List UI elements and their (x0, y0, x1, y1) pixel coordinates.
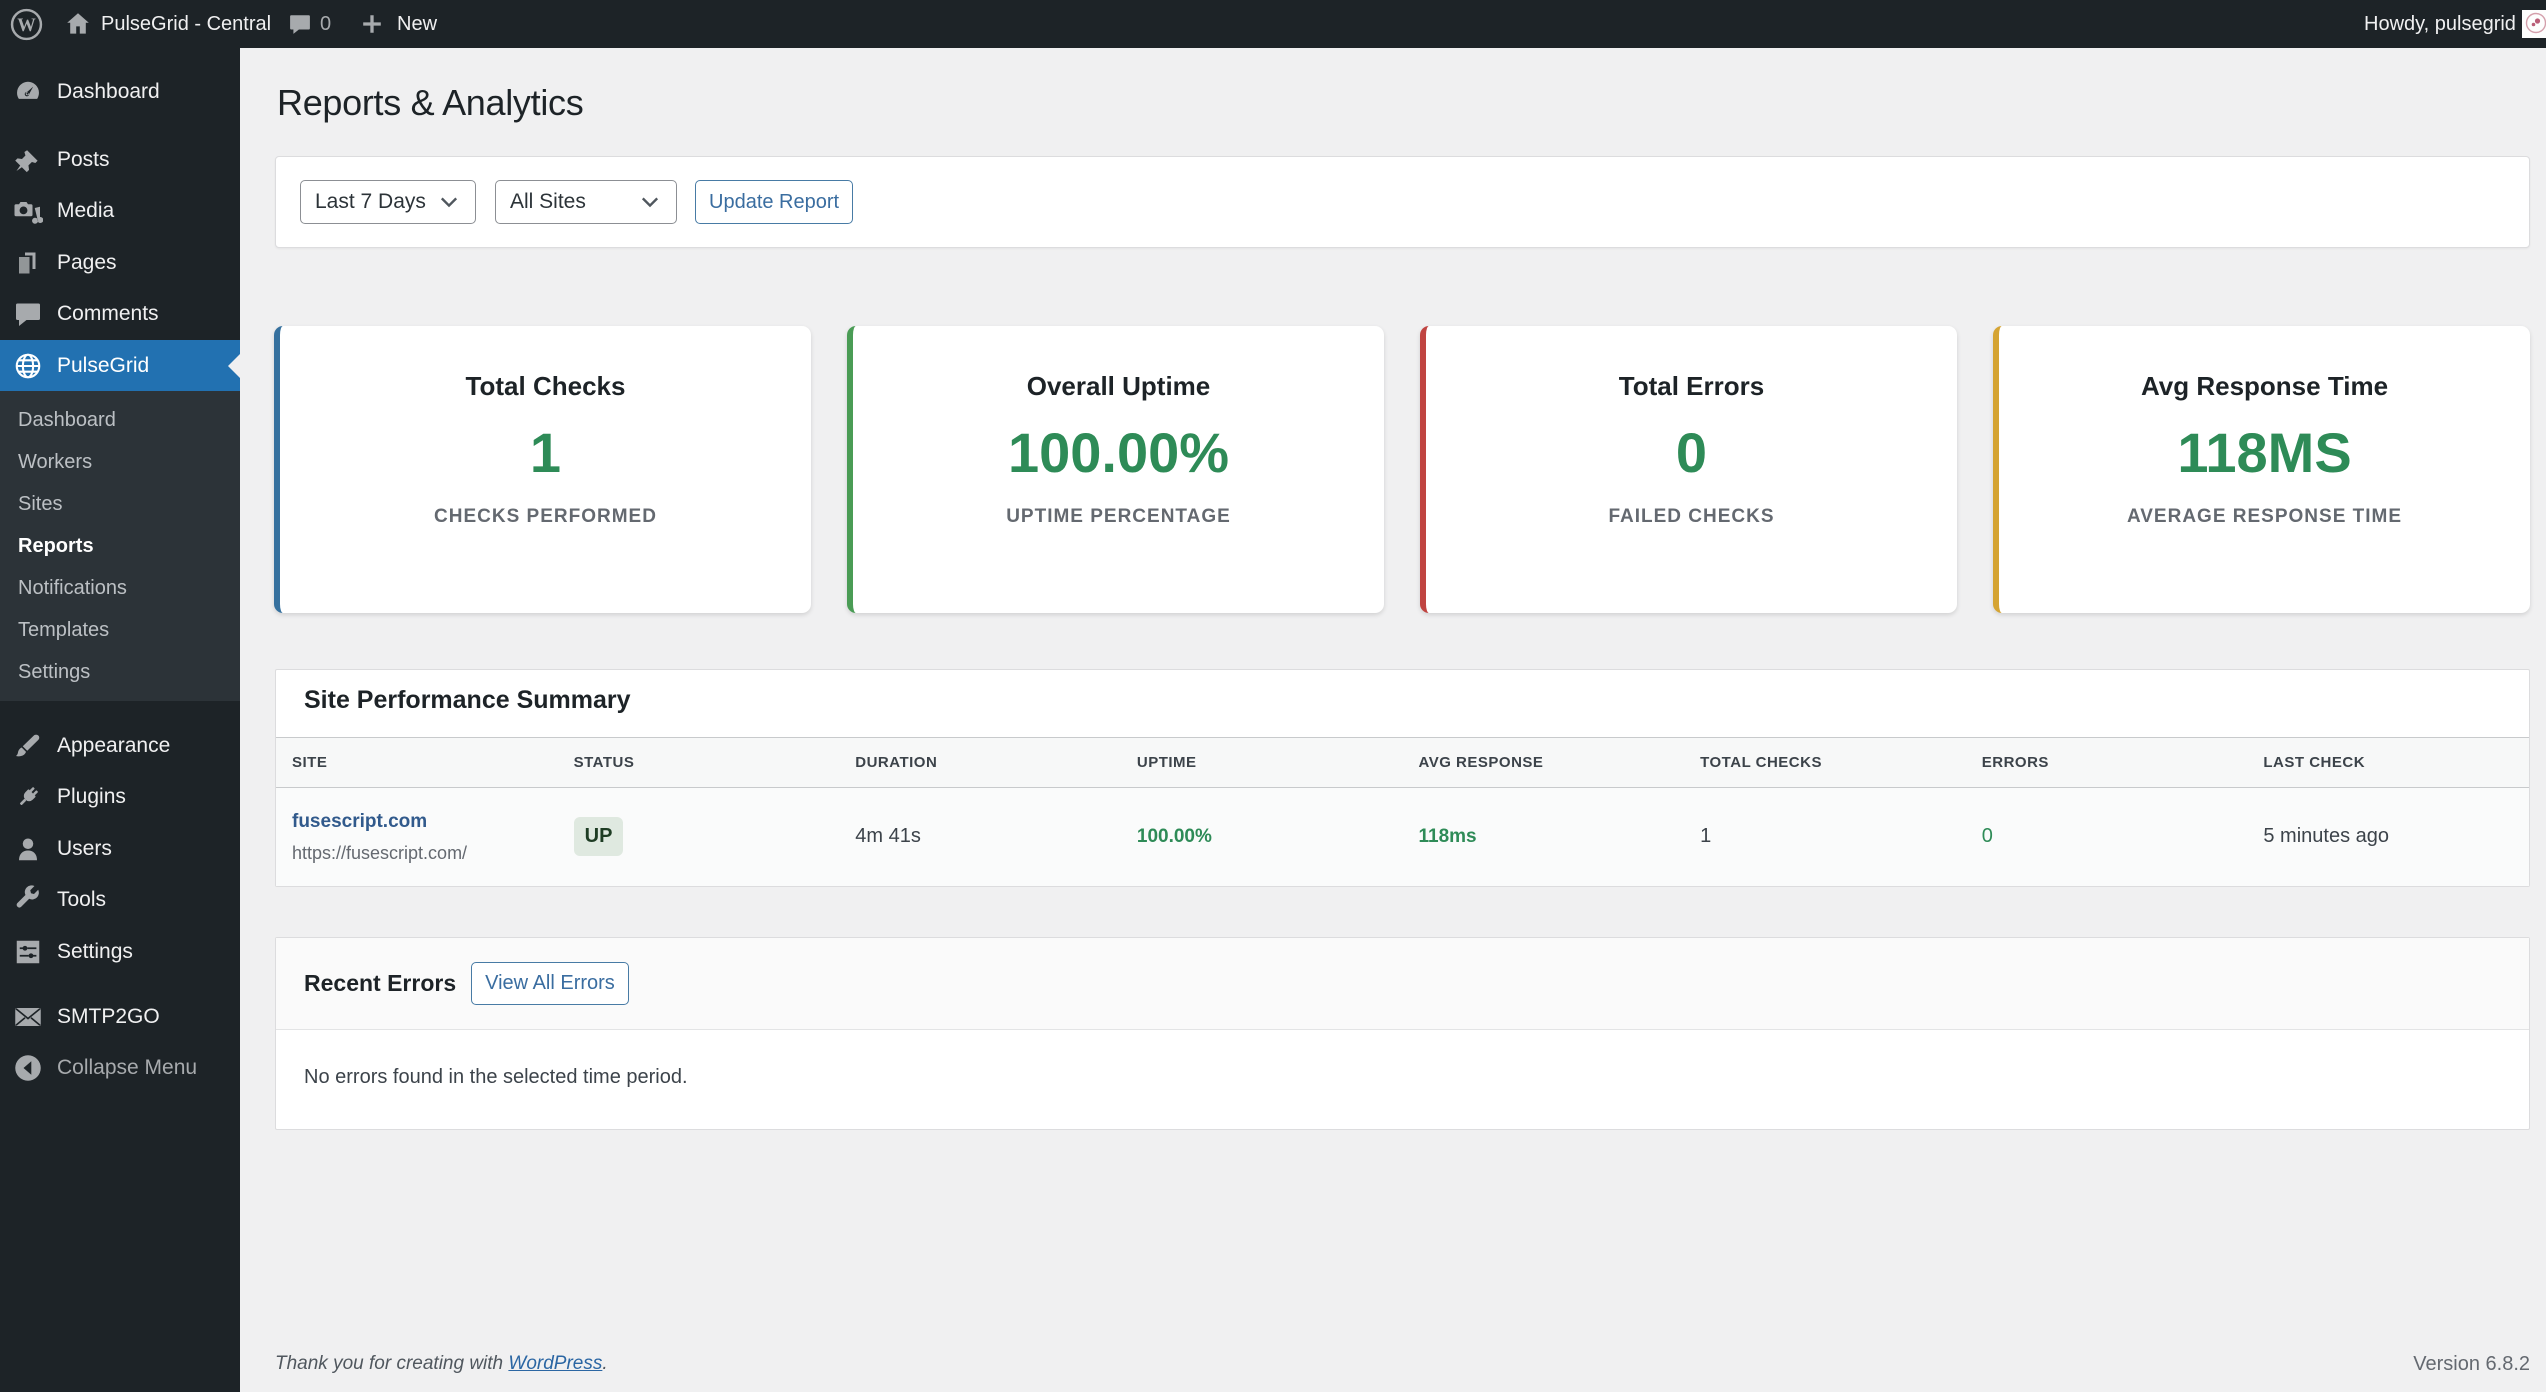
svg-text:W: W (17, 14, 36, 35)
